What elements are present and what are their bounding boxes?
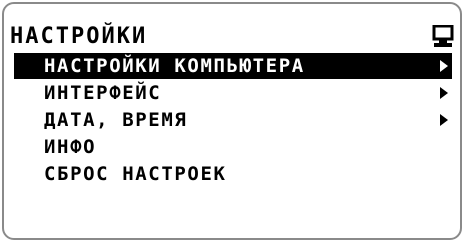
submenu-arrow-icon: [440, 114, 448, 126]
menu-item-info[interactable]: ИНФО: [14, 134, 452, 160]
menu-item-label: ИНФО: [44, 136, 97, 158]
display-screen: НАСТРОЙКИ НАСТРОЙКИ КОМПЬЮТЕРА ИНТЕРФЕЙС…: [2, 2, 462, 240]
page-title: НАСТРОЙКИ: [10, 24, 148, 49]
menu-item-label: СБРОС НАСТРОЕК: [44, 163, 227, 185]
submenu-arrow-icon: [440, 60, 448, 72]
menu-item-label: ДАТА, ВРЕМЯ: [44, 109, 188, 131]
menu-item-reset-settings[interactable]: СБРОС НАСТРОЕК: [14, 161, 452, 187]
header: НАСТРОЙКИ: [10, 22, 456, 52]
submenu-arrow-icon: [440, 87, 448, 99]
settings-menu: НАСТРОЙКИ КОМПЬЮТЕРА ИНТЕРФЕЙС ДАТА, ВРЕ…: [14, 53, 452, 188]
menu-item-label: НАСТРОЙКИ КОМПЬЮТЕРА: [44, 55, 305, 77]
menu-item-interface[interactable]: ИНТЕРФЕЙС: [14, 80, 452, 106]
menu-item-label: ИНТЕРФЕЙС: [44, 82, 162, 104]
menu-item-computer-settings[interactable]: НАСТРОЙКИ КОМПЬЮТЕРА: [14, 53, 452, 79]
screen-icon: [432, 25, 454, 47]
menu-item-date-time[interactable]: ДАТА, ВРЕМЯ: [14, 107, 452, 133]
